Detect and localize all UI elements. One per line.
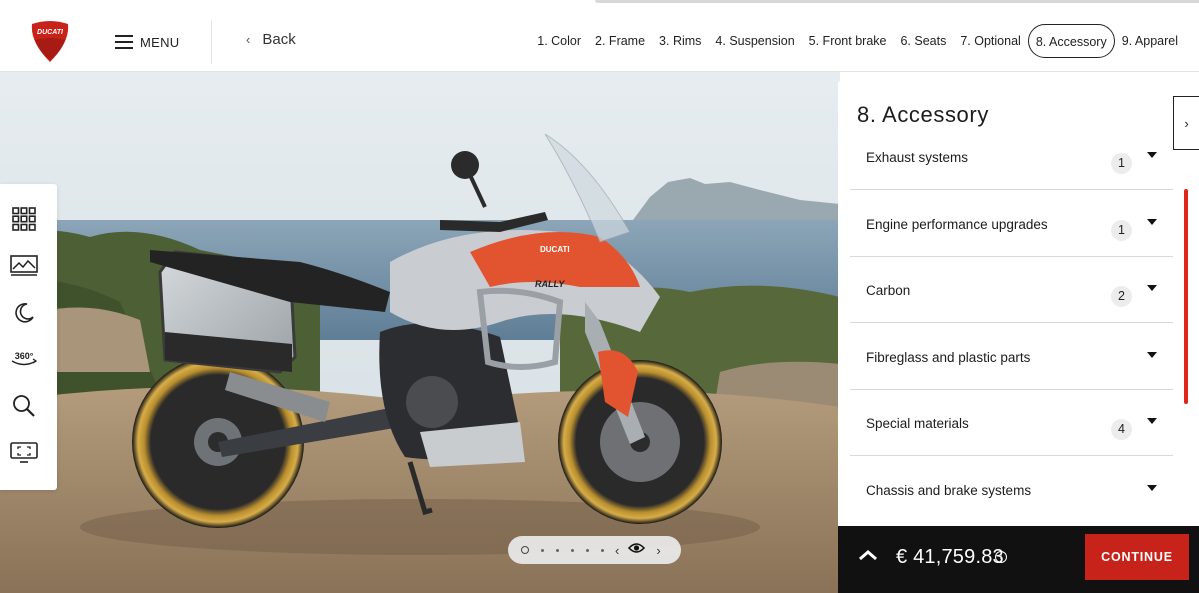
chevron-left-icon[interactable]: ‹ <box>615 543 619 558</box>
360-icon[interactable]: 360° <box>8 344 40 374</box>
accessory-item-chassis-and-brake-systems[interactable]: Chassis and brake systems <box>850 457 1173 523</box>
accessory-item-special-materials[interactable]: Special materials 4 <box>850 390 1173 456</box>
moon-icon[interactable] <box>8 298 40 328</box>
caret-down-icon <box>1147 418 1157 424</box>
step-apparel[interactable]: 9. Apparel <box>1115 24 1185 58</box>
logo-text: DUCATI <box>37 29 64 36</box>
bike-viewer[interactable]: DUCATI RALLY <box>0 72 840 593</box>
pager-dot[interactable] <box>541 548 544 552</box>
caret-down-icon <box>1147 285 1157 291</box>
step-front-brake[interactable]: 5. Front brake <box>802 24 894 58</box>
pager-dot[interactable] <box>601 548 604 552</box>
continue-button[interactable]: CONTINUE <box>1085 534 1189 580</box>
pager-dot-active[interactable] <box>521 546 529 554</box>
step-color[interactable]: 1. Color <box>530 24 588 58</box>
info-icon[interactable]: i <box>995 551 1007 563</box>
configurator-steps: 1. Color 2. Frame 3. Rims 4. Suspension … <box>530 24 1185 58</box>
top-progress-line <box>595 0 1199 3</box>
360-label: 360° <box>15 351 34 361</box>
back-label: Back <box>262 31 296 48</box>
accessory-item-label: Chassis and brake systems <box>866 483 1032 498</box>
accessory-panel: 8. Accessory Exhaust systems 1 Engine pe… <box>838 80 1199 526</box>
step-optional[interactable]: 7. Optional <box>953 24 1027 58</box>
chevron-right-icon: › <box>1184 115 1189 131</box>
landscape-icon[interactable] <box>8 251 40 281</box>
accessory-item-fibreglass-and-plastic-parts[interactable]: Fibreglass and plastic parts <box>850 324 1173 390</box>
total-price: € 41,759.83 <box>896 546 1004 568</box>
gallery-pager: ‹ › <box>508 536 681 564</box>
accessory-item-label: Fibreglass and plastic parts <box>866 350 1031 365</box>
caret-down-icon <box>1147 485 1157 491</box>
accessory-item-label: Exhaust systems <box>866 150 969 165</box>
price-bar: € 41,759.83 i CONTINUE <box>838 526 1199 593</box>
step-rims[interactable]: 3. Rims <box>652 24 708 58</box>
bike-model-decal: RALLY <box>535 279 565 289</box>
ducati-logo[interactable]: DUCATI <box>29 20 71 64</box>
pager-dot[interactable] <box>586 548 589 552</box>
pager-dot[interactable] <box>571 548 574 552</box>
menu-label: MENU <box>140 34 180 50</box>
count-badge: 1 <box>1111 153 1132 174</box>
chevron-up-icon[interactable] <box>858 548 878 566</box>
back-button[interactable]: ‹ Back <box>246 31 296 48</box>
fullscreen-icon[interactable] <box>8 438 40 468</box>
header-divider <box>211 20 212 64</box>
hamburger-icon <box>115 35 133 49</box>
chevron-right-icon[interactable]: › <box>656 543 660 558</box>
accessory-item-label: Special materials <box>866 416 969 431</box>
panel-collapse-button[interactable]: › <box>1173 96 1199 150</box>
caret-down-icon <box>1147 219 1157 225</box>
zoom-icon[interactable] <box>8 391 40 421</box>
count-badge: 2 <box>1111 286 1132 307</box>
panel-scrollbar[interactable] <box>1184 189 1188 404</box>
accessory-item-engine-performance-upgrades[interactable]: Engine performance upgrades 1 <box>850 191 1173 257</box>
accessory-item-label: Carbon <box>866 283 911 298</box>
bike-brand-decal: DUCATI <box>540 245 570 254</box>
step-accessory[interactable]: 8. Accessory <box>1027 24 1115 58</box>
eye-icon[interactable] <box>628 541 646 559</box>
bike-scene-image: DUCATI RALLY <box>0 72 840 593</box>
caret-down-icon <box>1147 352 1157 358</box>
count-badge: 4 <box>1111 419 1132 440</box>
menu-button[interactable]: MENU <box>115 30 179 54</box>
chevron-left-icon: ‹ <box>246 32 251 47</box>
step-seats[interactable]: 6. Seats <box>893 24 953 58</box>
accessory-item-label: Engine performance upgrades <box>866 217 1048 232</box>
caret-down-icon <box>1147 152 1157 158</box>
view-toolbar: 360° <box>0 184 57 490</box>
accessory-item-exhaust-systems[interactable]: Exhaust systems 1 <box>850 124 1173 190</box>
pager-dot[interactable] <box>556 548 559 552</box>
step-frame[interactable]: 2. Frame <box>588 24 652 58</box>
accessory-item-carbon[interactable]: Carbon 2 <box>850 257 1173 323</box>
grid-icon[interactable] <box>8 204 40 234</box>
top-navigation-bar: DUCATI MENU ‹ Back 1. Color 2. Frame 3. … <box>0 0 1199 72</box>
step-suspension[interactable]: 4. Suspension <box>708 24 801 58</box>
count-badge: 1 <box>1111 220 1132 241</box>
